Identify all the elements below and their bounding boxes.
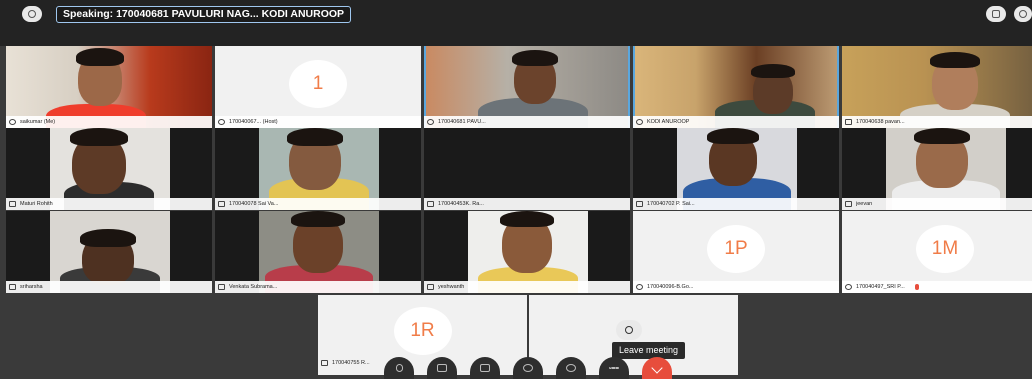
participant-tile[interactable]: Venkata Subrama...: [215, 211, 421, 293]
chat-icon[interactable]: [986, 6, 1006, 22]
top-bar: Speaking: 170040681 PAVULURI NAG... KODI…: [0, 0, 1032, 46]
video-off-icon: [636, 201, 643, 207]
video-off-icon: [427, 284, 434, 290]
participant-name-bar: 170040497_SRI P...: [842, 281, 1032, 293]
participant-name: 170040681 PAVU...: [438, 119, 486, 125]
info-icon[interactable]: [22, 6, 42, 22]
participant-tile[interactable]: sriharsha: [6, 211, 212, 293]
participant-name: Venkata Subrama...: [229, 284, 278, 290]
participant-name: jeevan: [856, 201, 873, 207]
mic-icon: [427, 119, 434, 125]
participant-name-bar: saikumar (Me): [6, 116, 212, 128]
mic-icon: [636, 119, 643, 125]
participant-name-bar: Venkata Subrama...: [215, 281, 421, 293]
participant-name: 170040096-B.Go...: [647, 284, 694, 290]
mic-icon[interactable]: [384, 357, 414, 379]
speaking-indicator: Speaking: 170040681 PAVULURI NAG... KODI…: [56, 6, 352, 23]
participant-name: 170040755 R...: [332, 360, 370, 366]
participant-tile[interactable]: jeevan: [842, 128, 1032, 210]
participant-tile[interactable]: yeshwanth: [424, 211, 630, 293]
more-icon[interactable]: [599, 357, 629, 379]
video-off-icon: [321, 360, 328, 366]
participant-name: 170040497_SRI P...: [856, 284, 905, 290]
participant-tile[interactable]: 1P 170040096-B.Go...: [633, 211, 839, 293]
video-off-icon: [9, 284, 16, 290]
participant-name-bar: 170040096-B.Go...: [633, 281, 839, 293]
mic-icon: [845, 284, 852, 290]
participant-name-bar: 170040702 P. Sai...: [633, 198, 839, 210]
video-off-icon: [9, 201, 16, 207]
participant-avatar: 1P: [707, 225, 765, 273]
participant-name: 170040453K. Ra...: [438, 201, 484, 207]
participant-name: saikumar (Me): [20, 119, 56, 125]
muted-mic-icon: [914, 284, 919, 290]
video-off-icon: [218, 284, 225, 290]
chat-bubble-icon[interactable]: [556, 357, 586, 379]
participant-tile[interactable]: 1M 170040497_SRI P...: [842, 211, 1032, 293]
participant-name: 170040078 Sai Va...: [229, 201, 279, 207]
participant-grid: saikumar (Me) 1 170040067... (Host) 1700…: [6, 46, 1032, 293]
participant-name-bar: 170040681 PAVU...: [424, 116, 630, 128]
participant-name-bar: 170040755 R...: [318, 357, 388, 369]
participant-name-bar: yeshwanth: [424, 281, 630, 293]
camera-icon[interactable]: [616, 320, 642, 340]
participant-tile[interactable]: 170040453K. Ra...: [424, 128, 630, 210]
participant-tile[interactable]: Maturi Rohith: [6, 128, 212, 210]
share-screen-icon[interactable]: [470, 357, 500, 379]
participant-name-bar: 170040453K. Ra...: [424, 198, 630, 210]
participant-tile[interactable]: 170040078 Sai Va...: [215, 128, 421, 210]
participant-avatar: 1M: [916, 225, 974, 273]
participant-name: 170040067... (Host): [229, 119, 278, 125]
control-bar: [384, 357, 672, 379]
participant-tile[interactable]: KODI ANUROOP: [633, 46, 839, 128]
participant-tile[interactable]: saikumar (Me): [6, 46, 212, 128]
participant-name-bar: KODI ANUROOP: [633, 116, 839, 128]
video-off-icon: [845, 201, 852, 207]
participant-tile[interactable]: 170040638 pavan...: [842, 46, 1032, 128]
participant-name: Maturi Rohith: [20, 201, 53, 207]
participant-name-bar: sriharsha: [6, 281, 212, 293]
leave-icon[interactable]: [642, 357, 672, 379]
participant-name: yeshwanth: [438, 284, 465, 290]
mic-icon: [9, 119, 16, 125]
participant-avatar: 1R: [393, 307, 452, 355]
mic-icon: [218, 119, 225, 125]
participant-avatar: 1: [289, 60, 347, 108]
video-off-icon: [845, 119, 852, 125]
video-off-icon: [218, 201, 225, 207]
participant-tile[interactable]: 1 170040067... (Host): [215, 46, 421, 128]
participant-name-bar: jeevan: [842, 198, 1032, 210]
participant-name: sriharsha: [20, 284, 43, 290]
participant-tile[interactable]: 170040681 PAVU...: [424, 46, 630, 128]
link-icon[interactable]: [1014, 6, 1032, 22]
participant-name: 170040638 pavan...: [856, 119, 905, 125]
participant-name: 170040702 P. Sai...: [647, 201, 695, 207]
participant-name-bar: 170040638 pavan...: [842, 116, 1032, 128]
participant-tile[interactable]: 170040702 P. Sai...: [633, 128, 839, 210]
video-camera-icon[interactable]: [427, 357, 457, 379]
mic-icon: [636, 284, 643, 290]
participant-name: KODI ANUROOP: [647, 119, 690, 125]
participant-name-bar: Maturi Rohith: [6, 198, 212, 210]
participants-icon[interactable]: [513, 357, 543, 379]
video-off-icon: [427, 201, 434, 207]
participant-name-bar: 170040067... (Host): [215, 116, 421, 128]
participant-name-bar: 170040078 Sai Va...: [215, 198, 421, 210]
